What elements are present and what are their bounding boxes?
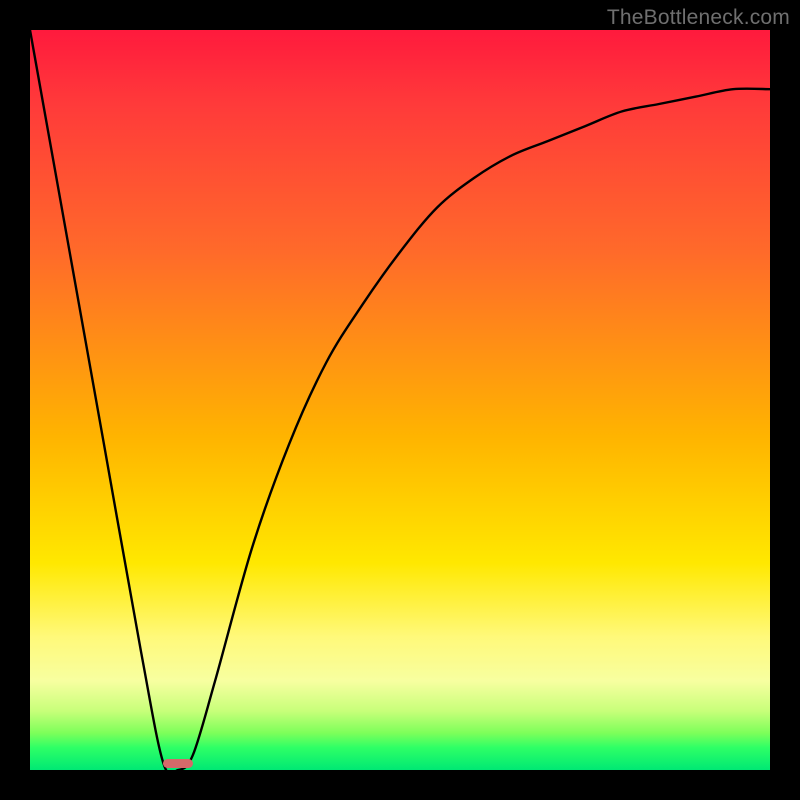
chart-plot-area <box>30 30 770 770</box>
chart-frame: TheBottleneck.com <box>0 0 800 800</box>
optimal-marker <box>163 759 193 768</box>
watermark-text: TheBottleneck.com <box>607 6 790 30</box>
chart-curve-svg <box>30 30 770 770</box>
bottleneck-curve <box>30 30 770 770</box>
